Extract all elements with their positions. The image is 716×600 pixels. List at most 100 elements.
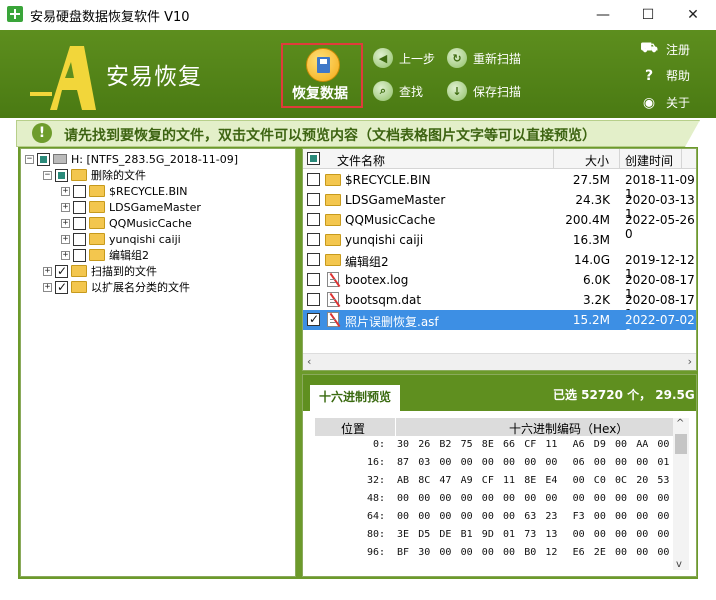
file-row[interactable]: bootex.log 6.0K 2020-08-17 1 [303, 270, 696, 301]
expand-toggle[interactable]: + [61, 202, 70, 212]
scroll-thumb[interactable] [675, 434, 687, 454]
find-label: 查找 [399, 84, 424, 99]
col-header-created[interactable]: 创建时间 [625, 152, 673, 169]
vertical-scrollbar[interactable]: ^ v [673, 418, 689, 570]
select-all-checkbox[interactable] [307, 152, 320, 165]
scroll-up-icon[interactable]: ^ [676, 418, 684, 429]
tree-item-label: QQMusicCache [109, 216, 192, 230]
file-name: yunqishi caiji [345, 233, 424, 247]
hex-byte: 00 [572, 493, 585, 504]
expand-toggle[interactable]: + [61, 234, 70, 244]
tree-checkbox[interactable] [73, 200, 86, 214]
tree-item-by-extension[interactable]: + 以扩展名分类的文件 [43, 279, 190, 295]
save-scan-button[interactable]: ↓ 保存扫描 [447, 81, 521, 101]
tree-checkbox[interactable] [55, 280, 68, 294]
tree-root[interactable]: − H: [NTFS_283.5G_2018-11-09] [25, 151, 238, 167]
find-button[interactable]: ⌕ 查找 [373, 81, 423, 101]
expand-toggle[interactable]: + [61, 186, 70, 196]
horizontal-scrollbar[interactable]: ‹ › [303, 353, 696, 370]
folder-icon [71, 265, 87, 277]
hex-byte: 13 [545, 529, 558, 540]
tree-checkbox[interactable] [55, 168, 68, 182]
row-checkbox[interactable] [307, 293, 320, 306]
tree-item[interactable]: + yunqishi caiji [61, 231, 181, 247]
file-row[interactable]: LDSGameMaster 24.3K 2020-03-13 1 [303, 190, 696, 221]
hex-byte: 00 [636, 493, 649, 504]
folder-tree[interactable]: − H: [NTFS_283.5G_2018-11-09] − 删除的文件 + … [20, 148, 296, 577]
window-title: 安易硬盘数据恢复软件 V10 [30, 10, 190, 25]
folder-icon [325, 214, 341, 226]
hex-byte: 00 [503, 511, 516, 522]
tree-item[interactable]: + LDSGameMaster [61, 199, 201, 215]
maximize-button[interactable]: ☐ [625, 0, 671, 30]
file-row[interactable]: 照片误删恢复.asf 15.2M 2022-07-02 1 [303, 310, 696, 341]
hex-byte: 00 [615, 547, 628, 558]
hex-offset: 64: [366, 511, 385, 522]
hex-row: 16: 87 03 00 00 00 00 00 00 06 00 00 00 01 [315, 454, 675, 472]
hex-byte: 30 [397, 439, 410, 450]
scroll-left-icon[interactable]: ‹ [307, 355, 311, 368]
tree-item-scanned[interactable]: + 扫描到的文件 [43, 263, 157, 279]
collapse-toggle[interactable]: − [43, 170, 52, 180]
expand-toggle[interactable]: + [61, 218, 70, 228]
minimize-button[interactable]: — [580, 0, 626, 30]
damaged-file-icon [327, 272, 339, 287]
hex-byte: 26 [418, 439, 431, 450]
hex-col-code: 十六进制编码（Hex） [509, 422, 629, 436]
tree-item[interactable]: + 编辑组2 [61, 247, 149, 263]
file-row[interactable]: yunqishi caiji 16.3M [303, 230, 696, 250]
row-checkbox[interactable] [307, 193, 320, 206]
prev-step-button[interactable]: ◀ 上一步 [373, 48, 435, 68]
scroll-right-icon[interactable]: › [688, 355, 692, 368]
hex-byte: 00 [397, 493, 410, 504]
register-button[interactable]: ⛟ 注册 [640, 40, 690, 58]
rescan-label: 重新扫描 [473, 51, 522, 66]
tree-item[interactable]: + QQMusicCache [61, 215, 192, 231]
tree-checkbox[interactable] [73, 184, 86, 198]
list-header: 文件名称 大小 创建时间 [303, 149, 696, 169]
row-checkbox[interactable] [307, 273, 320, 286]
row-checkbox[interactable] [307, 312, 320, 326]
hex-byte: 8E [481, 439, 494, 450]
rescan-button[interactable]: ↻ 重新扫描 [447, 48, 521, 68]
folder-icon [89, 233, 105, 245]
tree-item-label: yunqishi caiji [109, 232, 181, 246]
scroll-down-icon[interactable]: v [676, 559, 682, 570]
hex-byte: 00 [593, 493, 606, 504]
hex-byte: 00 [572, 475, 585, 486]
hex-byte: 00 [481, 457, 494, 468]
tree-checkbox[interactable] [73, 232, 86, 246]
col-header-name[interactable]: 文件名称 [337, 152, 385, 169]
file-row[interactable]: 编辑组2 14.0G 2019-12-12 1 [303, 250, 696, 281]
folder-icon [89, 249, 105, 261]
save-scan-label: 保存扫描 [473, 84, 522, 99]
tree-checkbox[interactable] [37, 152, 50, 166]
tree-checkbox[interactable] [73, 216, 86, 230]
file-list[interactable]: 文件名称 大小 创建时间 $RECYCLE.BIN 27.5M 2018-11-09… [302, 148, 697, 371]
row-checkbox[interactable] [307, 173, 320, 186]
row-checkbox[interactable] [307, 213, 320, 226]
row-checkbox[interactable] [307, 253, 320, 266]
hex-byte: 00 [615, 493, 628, 504]
hex-byte: 00 [545, 457, 558, 468]
hex-byte: D9 [593, 439, 606, 450]
file-name: QQMusicCache [345, 213, 436, 227]
close-button[interactable]: ✕ [670, 0, 716, 30]
expand-toggle[interactable]: + [43, 282, 52, 292]
help-button[interactable]: ? 帮助 [640, 67, 690, 84]
file-row[interactable]: QQMusicCache 200.4M 2022-05-26 0 [303, 210, 696, 241]
tree-item-deleted[interactable]: − 删除的文件 [43, 167, 146, 183]
expand-toggle[interactable]: + [43, 266, 52, 276]
tree-checkbox[interactable] [55, 264, 68, 278]
tree-checkbox[interactable] [73, 248, 86, 262]
about-button[interactable]: ◉ 关于 [640, 94, 690, 111]
hex-byte: CF [524, 439, 537, 450]
expand-toggle[interactable]: + [61, 250, 70, 260]
tree-item[interactable]: + $RECYCLE.BIN [61, 183, 187, 199]
file-row[interactable]: $RECYCLE.BIN 27.5M 2018-11-09 1 [303, 170, 696, 201]
row-checkbox[interactable] [307, 233, 320, 246]
tab-hex-preview[interactable]: 十六进制预览 [310, 385, 400, 411]
file-row[interactable]: bootsqm.dat3.2K2020-08-17 1 [303, 290, 696, 321]
col-header-size[interactable]: 大小 [585, 152, 609, 169]
collapse-toggle[interactable]: − [25, 154, 34, 164]
